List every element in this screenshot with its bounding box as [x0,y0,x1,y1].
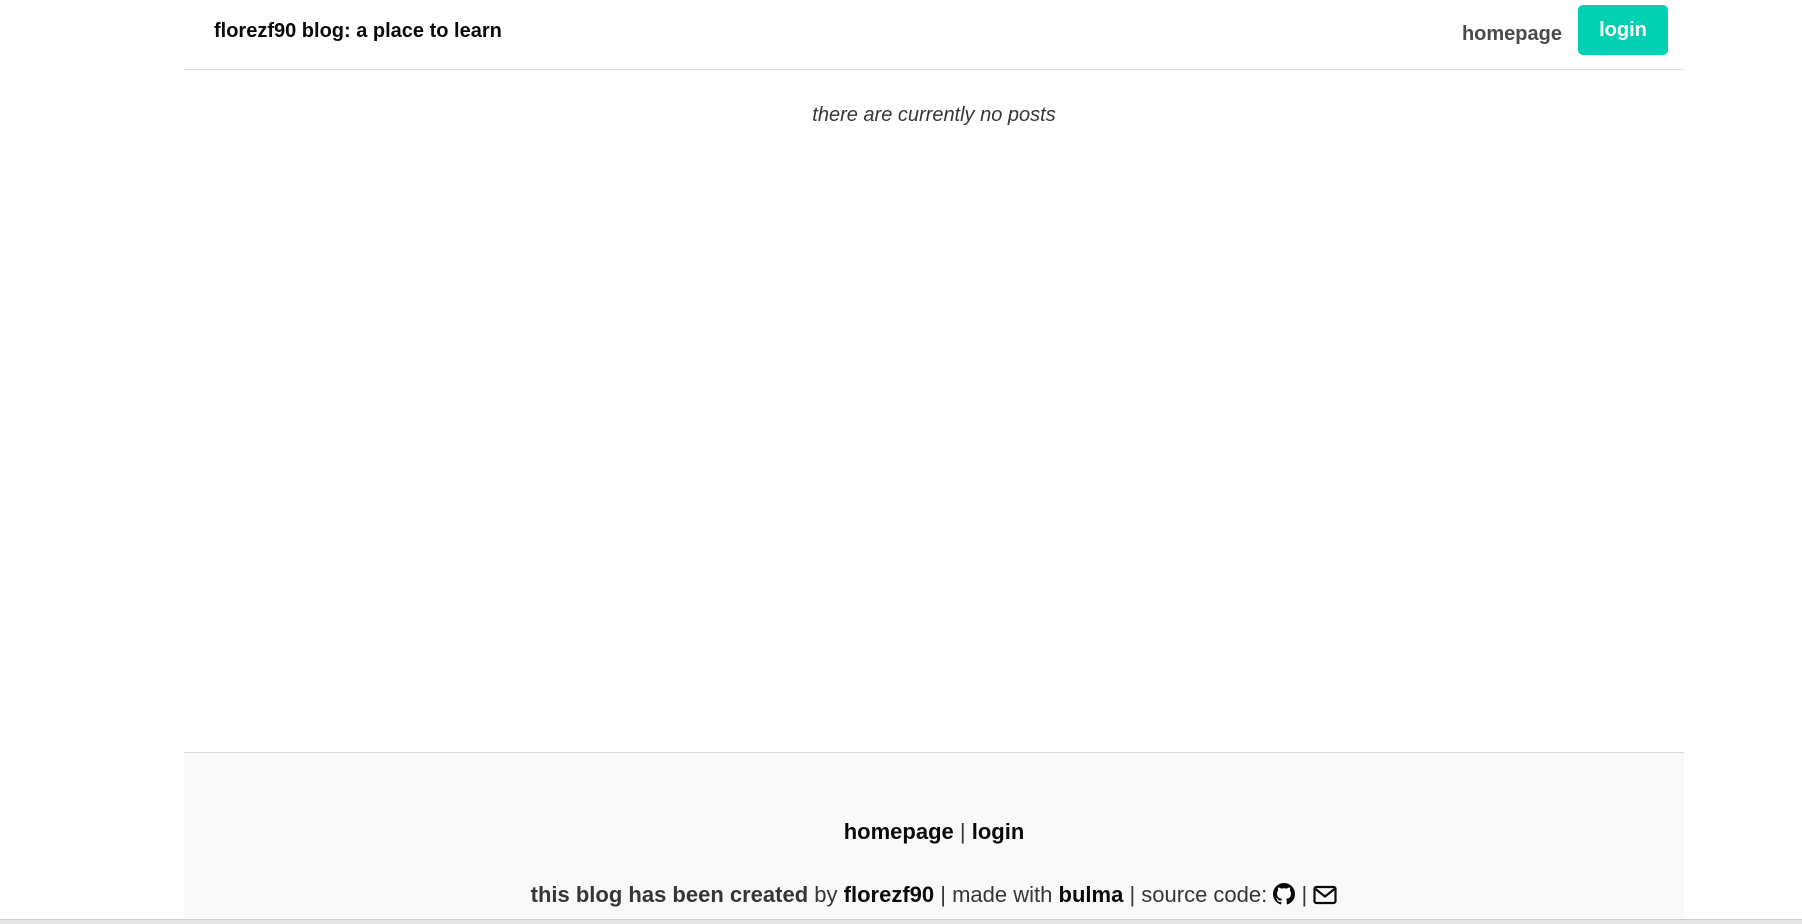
footer-separator: | [1301,882,1308,907]
made-with-text: made with [952,882,1053,907]
footer-homepage-link[interactable]: homepage [844,819,954,844]
by-text: by [814,882,838,907]
bulma-link[interactable]: bulma [1059,882,1124,907]
source-code-text: source code: [1141,882,1268,907]
nav-homepage-link[interactable]: homepage [1462,23,1562,46]
envelope-icon[interactable] [1313,885,1337,911]
no-posts-message: there are currently no posts [812,104,1056,126]
footer-separator: | [959,819,966,844]
footer-separator: | [940,882,946,907]
footer-links: homepage | login [184,819,1684,845]
footer-separator: | [1129,882,1136,907]
footer: homepage | login this blog has been crea… [184,752,1684,924]
footer-credit: this blog has been created by florezf90 … [184,882,1684,911]
login-button[interactable]: login [1578,5,1668,55]
navbar: florezf90 blog: a place to learn homepag… [184,0,1684,70]
created-text: this blog has been created [530,882,809,907]
page-container: florezf90 blog: a place to learn homepag… [184,0,1684,924]
window-bottom-edge [0,919,1802,924]
brand-title[interactable]: florezf90 blog: a place to learn [214,20,502,43]
github-icon[interactable] [1273,883,1296,911]
footer-login-link[interactable]: login [972,819,1025,844]
author-link[interactable]: florezf90 [844,882,934,907]
navbar-end: homepage login [1462,5,1668,55]
